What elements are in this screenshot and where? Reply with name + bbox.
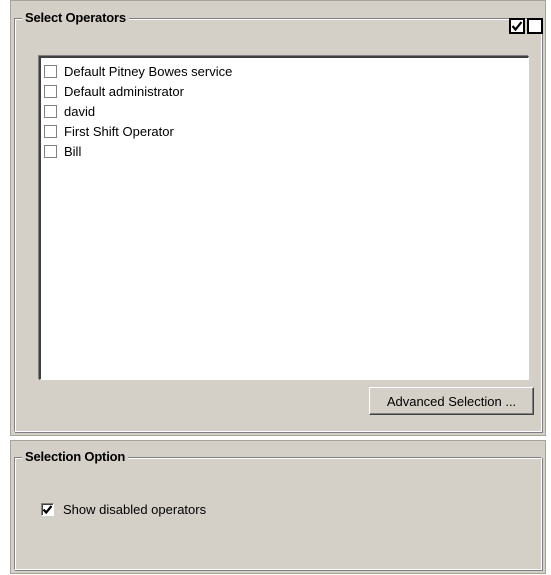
operator-list-item[interactable]: david <box>44 101 528 121</box>
select-operators-panel: Select Operators Default Pitney Bowes se… <box>10 0 546 436</box>
select-all-checkbox[interactable] <box>509 18 525 34</box>
operator-label: Default administrator <box>64 83 184 99</box>
operator-label: david <box>64 103 96 119</box>
operator-list-item[interactable]: First Shift Operator <box>44 121 528 141</box>
operator-checkbox[interactable] <box>44 124 57 138</box>
operator-checkbox[interactable] <box>44 64 57 78</box>
show-disabled-label: Show disabled operators <box>63 502 207 517</box>
operator-checkbox[interactable] <box>44 144 57 158</box>
operator-list-item[interactable]: Bill <box>44 141 528 161</box>
operator-list-item[interactable]: Default administrator <box>44 81 528 101</box>
selection-option-panel: Selection Option Show disabled operators <box>10 440 546 574</box>
show-disabled-checkbox[interactable] <box>41 503 54 516</box>
operator-checkbox[interactable] <box>44 84 57 98</box>
advanced-selection-button[interactable]: Advanced Selection ... <box>369 387 534 415</box>
operator-label: First Shift Operator <box>64 123 174 139</box>
selection-option-legend: Selection Option <box>22 448 129 466</box>
deselect-all-checkbox[interactable] <box>527 18 543 34</box>
select-operators-legend: Select Operators <box>22 9 129 27</box>
checkmark-icon <box>42 505 53 515</box>
show-disabled-operators-option[interactable]: Show disabled operators <box>41 502 206 517</box>
operator-label: Bill <box>64 143 82 159</box>
operator-list-item[interactable]: Default Pitney Bowes service <box>44 61 528 81</box>
operators-listbox[interactable]: Default Pitney Bowes service Default adm… <box>39 56 529 380</box>
unchecked-box-icon <box>529 20 541 32</box>
checked-box-icon <box>511 21 523 32</box>
operator-checkbox[interactable] <box>44 104 57 118</box>
operator-label: Default Pitney Bowes service <box>64 63 233 79</box>
select-toggle-group <box>509 18 543 34</box>
